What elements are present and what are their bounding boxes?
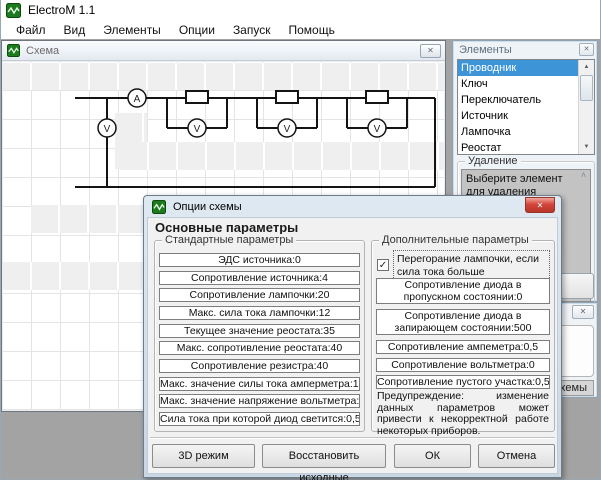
mode-3d-button[interactable]: 3D режим xyxy=(152,444,255,468)
field-empty-section-resistance[interactable]: Сопротивление пустого участка:0,5 xyxy=(376,375,550,389)
side-panel-close-icon[interactable]: ✕ xyxy=(572,305,594,319)
field-resistor-resistance[interactable]: Сопротивление резистра:40 xyxy=(159,359,360,373)
dialog-titlebar[interactable]: Опции схемы ✕ xyxy=(144,196,561,217)
elements-panel-title: Элементы xyxy=(459,44,579,56)
lamp-burnout-label: Перегорание лампочки, если сила тока бол… xyxy=(393,250,550,280)
dialog-separator xyxy=(150,437,555,439)
scroll-up-icon[interactable]: ˄ xyxy=(576,170,591,180)
field-rheostat-current-value[interactable]: Текущее значение реостата:35 xyxy=(159,324,360,338)
dialog-client-area: Основные параметры Стандартные параметры… xyxy=(147,217,558,474)
scroll-down-icon[interactable]: ▼ xyxy=(579,140,594,154)
field-emf-source[interactable]: ЭДС источника:0 xyxy=(159,253,360,267)
voltmeter-label: V xyxy=(374,124,381,135)
schema-window-title: Схема xyxy=(26,45,420,57)
delete-group-title: Удаление xyxy=(465,155,521,167)
field-lamp-resistance[interactable]: Сопротивление лампочки:20 xyxy=(159,288,360,302)
field-diode-glow-current[interactable]: Сила тока при которой диод светится:0,5 xyxy=(159,412,360,426)
standard-params-group: Стандартные параметры ЭДС источника:0 Со… xyxy=(154,240,365,432)
voltmeter-label: V xyxy=(104,124,111,135)
menu-view[interactable]: Вид xyxy=(56,21,94,39)
resistor-symbol[interactable] xyxy=(186,91,208,103)
app-title: ElectroM 1.1 xyxy=(28,3,95,17)
voltmeter-label: V xyxy=(194,124,201,135)
main-titlebar: ElectroM 1.1 xyxy=(1,0,600,20)
menu-run[interactable]: Запуск xyxy=(225,21,279,39)
schema-close-icon[interactable]: ✕ xyxy=(420,44,441,58)
dialog-close-icon[interactable]: ✕ xyxy=(525,197,555,213)
field-diode-forward-resistance[interactable]: Сопротивление диода в пропускном состоян… xyxy=(376,278,550,304)
field-rheostat-max-resistance[interactable]: Макс. сопротивление реостата:40 xyxy=(159,341,360,355)
schema-window-icon xyxy=(7,44,20,57)
elements-scrollbar[interactable]: ▲ ▼ xyxy=(578,60,594,154)
cancel-button[interactable]: Отмена xyxy=(478,444,555,468)
resistor-symbol[interactable] xyxy=(366,91,388,103)
list-item-pereklyuchatel[interactable]: Переключатель xyxy=(458,92,594,108)
scroll-up-icon[interactable]: ▲ xyxy=(579,60,594,74)
elements-panel-titlebar[interactable]: Элементы ✕ xyxy=(453,41,597,58)
field-ammeter-resistance[interactable]: Сопротивление ампеметра:0,5 xyxy=(376,340,550,354)
field-voltmeter-resistance[interactable]: Сопротивление вольтметра:0 xyxy=(376,358,550,372)
warning-text: Предупреждение: изменение данных парамет… xyxy=(375,391,551,437)
standard-group-title: Стандартные параметры xyxy=(162,234,296,246)
list-item-provodnik[interactable]: Проводник xyxy=(458,60,594,76)
ok-button[interactable]: ОК xyxy=(394,444,471,468)
menu-options[interactable]: Опции xyxy=(171,21,223,39)
menu-bar: Файл Вид Элементы Опции Запуск Помощь xyxy=(1,20,600,39)
elements-listbox[interactable]: Проводник Ключ Переключатель Источник Ла… xyxy=(457,59,595,155)
app-logo-icon xyxy=(6,3,21,18)
dialog-icon xyxy=(152,200,166,214)
elements-panel-close-icon[interactable]: ✕ xyxy=(579,43,594,56)
ammeter-label: A xyxy=(134,94,141,105)
schema-options-dialog: Опции схемы ✕ Основные параметры Стандар… xyxy=(143,195,562,478)
lamp-burnout-row: ✓ Перегорание лампочки, если сила тока б… xyxy=(376,250,550,280)
field-lamp-max-current[interactable]: Макс. сила тока лампочки:12 xyxy=(159,306,360,320)
resistor-symbol[interactable] xyxy=(276,91,298,103)
list-item-klyuch[interactable]: Ключ xyxy=(458,76,594,92)
list-item-lampochka[interactable]: Лампочка xyxy=(458,124,594,140)
field-ammeter-max-current[interactable]: Макс. значение силы тока амперметра:15 xyxy=(159,377,360,391)
menu-file[interactable]: Файл xyxy=(8,21,54,39)
menu-help[interactable]: Помощь xyxy=(280,21,342,39)
schema-titlebar[interactable]: Схема ✕ xyxy=(2,41,445,61)
dialog-heading: Основные параметры xyxy=(155,220,298,235)
field-source-resistance[interactable]: Сопротивление источника:4 xyxy=(159,271,360,285)
list-item-istochnik[interactable]: Источник xyxy=(458,108,594,124)
restore-defaults-button[interactable]: Восстановить исходные xyxy=(262,444,386,468)
additional-group-title: Дополнительные параметры xyxy=(379,234,532,246)
field-voltmeter-max-voltage[interactable]: Макс. значение напряжение вольтметра:250 xyxy=(159,394,360,408)
electrom-main-window: ElectroM 1.1 Файл Вид Элементы Опции Зап… xyxy=(0,0,601,480)
field-diode-reverse-resistance[interactable]: Сопротивление диода в запирающем состоян… xyxy=(376,309,550,335)
scrollbar-thumb[interactable] xyxy=(580,75,593,101)
additional-params-group: Дополнительные параметры ✓ Перегорание л… xyxy=(371,240,555,432)
lamp-burnout-checkbox[interactable]: ✓ xyxy=(377,259,389,271)
list-item-reostat[interactable]: Реостат xyxy=(458,140,594,155)
voltmeter-label: V xyxy=(284,124,291,135)
menu-elements[interactable]: Элементы xyxy=(95,21,169,39)
dialog-title: Опции схемы xyxy=(173,201,525,213)
